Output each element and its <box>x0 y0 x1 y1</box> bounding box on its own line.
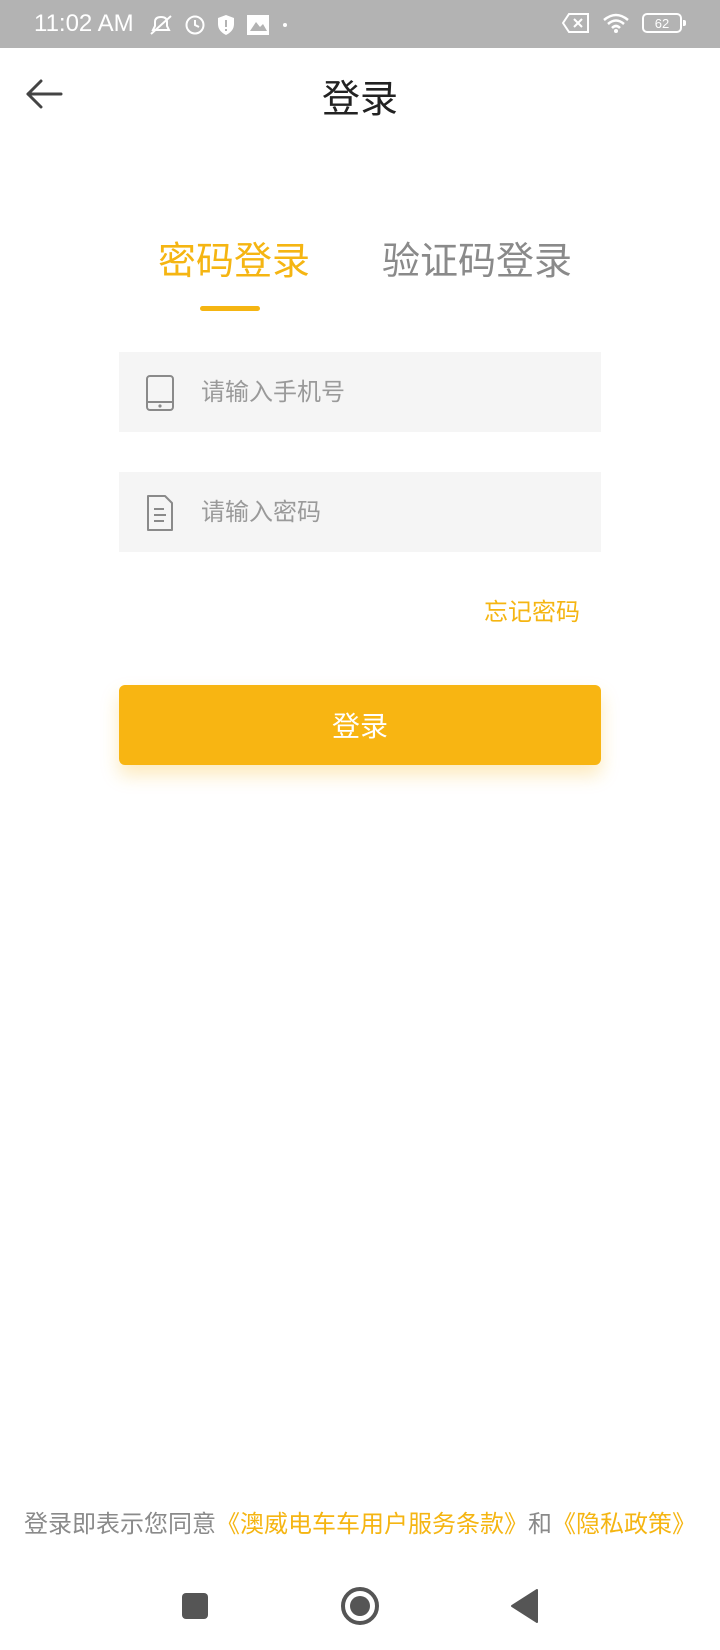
status-icons-left <box>148 14 290 36</box>
document-icon <box>147 495 173 531</box>
agreement-text: 登录即表示您同意《澳威电车车用户服务条款》和《隐私政策》 <box>24 1504 714 1539</box>
forgot-password-link[interactable]: 忘记密码 <box>484 592 580 627</box>
status-bar: 11:02 AM 62 <box>0 0 720 48</box>
status-icons-right: 62 <box>562 12 686 34</box>
login-tabs: 密码登录 验证码登录 <box>0 230 720 311</box>
page-title: 登录 <box>321 77 398 121</box>
dot-icon <box>280 14 290 36</box>
home-button[interactable] <box>330 1576 390 1636</box>
phone-input-row <box>119 352 601 432</box>
image-icon <box>246 14 270 36</box>
shield-icon <box>216 14 236 36</box>
home-icon <box>341 1587 379 1625</box>
agreement-conjunction: 和 <box>528 1510 552 1538</box>
back-triangle-icon <box>511 1589 538 1623</box>
mute-icon <box>148 14 174 36</box>
battery-level: 62 <box>654 15 670 31</box>
phone-icon <box>146 375 174 411</box>
password-input[interactable] <box>201 472 581 552</box>
phone-input[interactable] <box>201 352 581 432</box>
recent-apps-icon <box>182 1593 208 1619</box>
active-tab-indicator <box>200 306 260 311</box>
sim-x-icon <box>562 12 590 34</box>
status-time: 11:02 AM <box>34 10 134 37</box>
password-input-row <box>119 472 601 552</box>
battery-icon: 62 <box>642 13 686 33</box>
privacy-link[interactable]: 《隐私政策》 <box>552 1510 696 1538</box>
login-button[interactable]: 登录 <box>119 685 601 765</box>
alarm-icon <box>184 14 206 36</box>
nav-back-button[interactable] <box>495 1576 555 1636</box>
system-nav-bar <box>0 1560 720 1650</box>
terms-link[interactable]: 《澳威电车车用户服务条款》 <box>216 1510 528 1538</box>
header: 登录 <box>0 48 720 140</box>
tab-code-login[interactable]: 验证码登录 <box>382 230 572 285</box>
agreement-prefix: 登录即表示您同意 <box>24 1510 216 1538</box>
wifi-icon <box>602 12 630 34</box>
tab-password-login[interactable]: 密码登录 <box>158 230 310 285</box>
recent-apps-button[interactable] <box>165 1576 225 1636</box>
